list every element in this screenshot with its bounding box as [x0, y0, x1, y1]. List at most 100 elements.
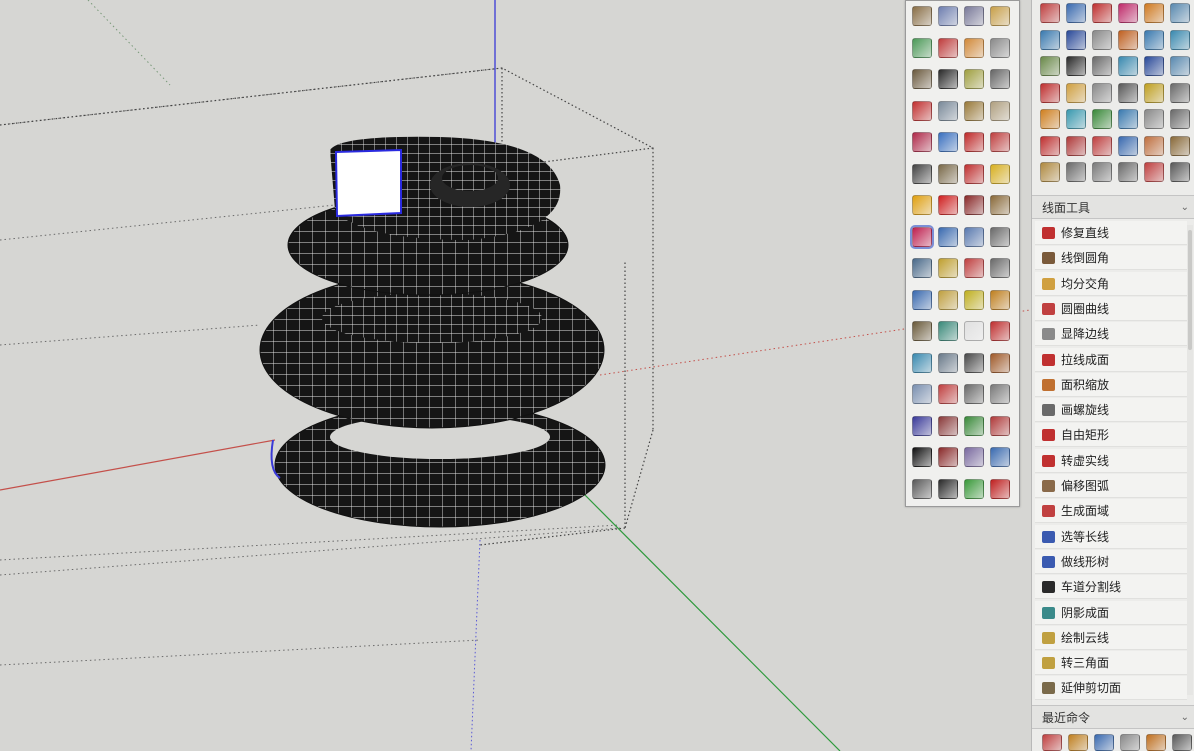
tray-tool-icon[interactable]	[1092, 135, 1112, 156]
chevron-down-icon[interactable]: ⌄	[1181, 706, 1189, 730]
toolbar-tool-icon[interactable]	[912, 100, 932, 121]
toolbar-tool-icon[interactable]	[990, 258, 1010, 278]
toolbar-tool-icon[interactable]	[912, 132, 932, 152]
tool-item[interactable]: 选等长线	[1035, 524, 1187, 549]
toolbar-tool-icon[interactable]	[912, 258, 932, 278]
tray-tool-icon[interactable]	[1170, 56, 1190, 76]
tray-tool-icon[interactable]	[1040, 29, 1060, 50]
tray-tool-icon[interactable]	[1092, 162, 1112, 182]
toolbar-tool-icon[interactable]	[990, 226, 1010, 247]
tray-tool-icon[interactable]	[1040, 56, 1060, 76]
toolbar-tool-icon[interactable]	[912, 384, 932, 404]
toolbar-tool-icon[interactable]	[912, 321, 932, 341]
tray-tool-icon[interactable]	[1092, 29, 1112, 50]
tray-tool-icon[interactable]	[1170, 162, 1190, 182]
recent-command-icon[interactable]	[1094, 734, 1114, 751]
scrollbar-thumb[interactable]	[1188, 230, 1192, 350]
tray-tool-icon[interactable]	[1066, 3, 1086, 23]
tool-item[interactable]: 延伸剪切面	[1035, 676, 1187, 701]
toolbar-tool-icon[interactable]	[990, 384, 1010, 404]
tray-tool-icon[interactable]	[1170, 29, 1190, 50]
tool-item[interactable]: 均分交角	[1035, 271, 1187, 296]
tray-tool-icon[interactable]	[1066, 109, 1086, 129]
tray-tool-icon[interactable]	[1118, 109, 1138, 129]
recent-command-icon[interactable]	[1042, 734, 1062, 751]
tray-tool-icon[interactable]	[1040, 109, 1060, 129]
recent-command-icon[interactable]	[1172, 734, 1192, 751]
toolbar-tool-icon[interactable]	[964, 289, 984, 310]
tray-tool-icon[interactable]	[1144, 56, 1164, 76]
tool-item[interactable]: 做线形树	[1035, 549, 1187, 574]
toolbar-tool-icon[interactable]	[912, 195, 932, 215]
toolbar-tool-icon[interactable]	[938, 195, 958, 215]
section-header-recent-commands[interactable]: 最近命令 ⌄	[1032, 705, 1194, 729]
toolbar-tool-icon[interactable]	[990, 195, 1010, 215]
tray-tool-icon[interactable]	[1066, 29, 1086, 50]
toolbar-tool-icon[interactable]	[938, 384, 958, 404]
toolbar-tool-icon[interactable]	[990, 415, 1010, 436]
tray-tool-icon[interactable]	[1170, 82, 1190, 103]
tray-tool-icon[interactable]	[1066, 162, 1086, 182]
toolbar-tool-icon[interactable]	[990, 163, 1010, 184]
tray-tool-icon[interactable]	[1092, 56, 1112, 76]
tray-tool-icon[interactable]	[1118, 82, 1138, 103]
toolbar-tool-icon[interactable]	[964, 478, 984, 499]
toolbar-tool-icon[interactable]	[964, 37, 984, 58]
toolbar-tool-icon[interactable]	[964, 321, 984, 341]
toolbar-tool-icon[interactable]	[912, 289, 932, 310]
tray-tool-icon[interactable]	[1066, 56, 1086, 76]
toolbar-tool-icon[interactable]	[912, 415, 932, 436]
paint-tool-icon[interactable]	[910, 224, 934, 249]
tool-item[interactable]: 绘制云线	[1035, 625, 1187, 650]
toolbar-tool-icon[interactable]	[938, 226, 958, 247]
toolbar-tool-icon[interactable]	[964, 6, 984, 26]
toolbar-tool-icon[interactable]	[938, 37, 958, 58]
tool-item[interactable]: 阴影成面	[1035, 600, 1187, 625]
tray-tool-icon[interactable]	[1040, 135, 1060, 156]
toolbar-tool-icon[interactable]	[938, 69, 958, 89]
tool-item[interactable]: 画螺旋线	[1035, 398, 1187, 423]
toolbar-tool-icon[interactable]	[990, 100, 1010, 121]
tray-tool-icon[interactable]	[1170, 135, 1190, 156]
toolbar-tool-icon[interactable]	[912, 352, 932, 373]
toolbar-tool-icon[interactable]	[938, 100, 958, 121]
tray-tool-icon[interactable]	[1040, 82, 1060, 103]
toolbar-tool-icon[interactable]	[938, 478, 958, 499]
toolbar-tool-icon[interactable]	[990, 289, 1010, 310]
tray-tool-icon[interactable]	[1118, 162, 1138, 182]
toolbar-tool-icon[interactable]	[964, 163, 984, 184]
tray-tool-icon[interactable]	[1066, 135, 1086, 156]
tool-item[interactable]: 圆圈曲线	[1035, 296, 1187, 321]
tray-tool-icon[interactable]	[1118, 135, 1138, 156]
tray-tool-icon[interactable]	[1170, 3, 1190, 23]
tray-tool-icon[interactable]	[1092, 109, 1112, 129]
toolbar-tool-icon[interactable]	[938, 6, 958, 26]
tool-item[interactable]: 线倒圆角	[1035, 246, 1187, 271]
toolbar-tool-icon[interactable]	[964, 226, 984, 247]
toolbar-tool-icon[interactable]	[964, 100, 984, 121]
toolbar-tool-icon[interactable]	[938, 163, 958, 184]
toolbar-tool-icon[interactable]	[990, 321, 1010, 341]
tool-item[interactable]: 车道分割线	[1035, 575, 1187, 600]
toolbar-tool-icon[interactable]	[912, 69, 932, 89]
toolbar-tool-icon[interactable]	[912, 6, 932, 26]
toolbar-tool-icon[interactable]	[990, 478, 1010, 499]
toolbar-tool-icon[interactable]	[938, 258, 958, 278]
recent-command-icon[interactable]	[1068, 734, 1088, 751]
toolbar-tool-icon[interactable]	[912, 37, 932, 58]
toolbar-tool-icon[interactable]	[964, 415, 984, 436]
toolbar-tool-icon[interactable]	[938, 352, 958, 373]
chevron-down-icon[interactable]: ⌄	[1181, 196, 1189, 220]
toolbar-tool-icon[interactable]	[938, 447, 958, 467]
toolbar-tool-icon[interactable]	[912, 447, 932, 467]
tray-tool-icon[interactable]	[1118, 3, 1138, 23]
toolbar-tool-icon[interactable]	[964, 447, 984, 467]
toolbar-tool-icon[interactable]	[990, 447, 1010, 467]
tool-item[interactable]: 生成面域	[1035, 499, 1187, 524]
toolbar-tool-icon[interactable]	[964, 195, 984, 215]
tool-item[interactable]: 显降边线	[1035, 322, 1187, 347]
tray-tool-icon[interactable]	[1144, 82, 1164, 103]
toolbar-tool-icon[interactable]	[938, 415, 958, 436]
toolbar-tool-icon[interactable]	[964, 384, 984, 404]
toolbar-tool-icon[interactable]	[990, 6, 1010, 26]
